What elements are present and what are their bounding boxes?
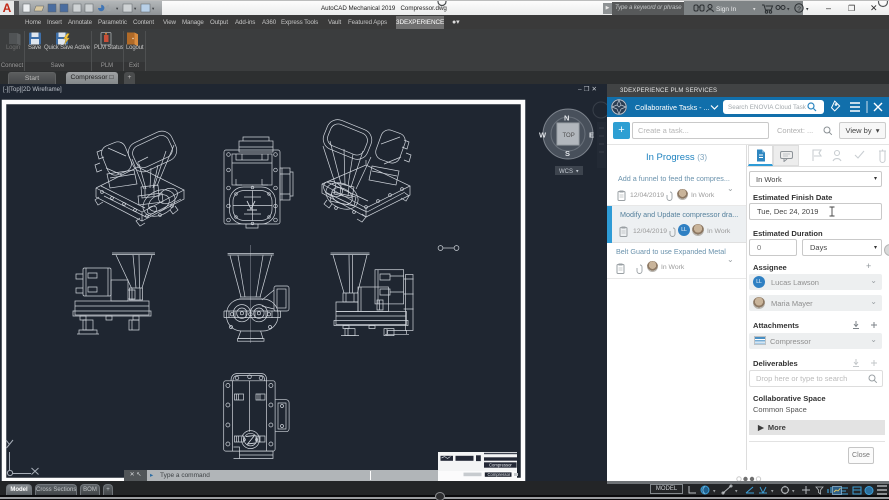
svg-text:▾: ▾ [771, 489, 774, 495]
svg-text:Compressor: Compressor [489, 463, 512, 468]
svg-text:▾: ▾ [753, 7, 756, 13]
svg-text:TOP: TOP [563, 133, 575, 139]
svg-text:Compressor: Compressor [488, 472, 511, 477]
svg-text:S: S [565, 149, 570, 158]
svg-text:▾: ▾ [134, 6, 137, 11]
svg-text:E: E [589, 131, 594, 140]
svg-text:Search ENOVIA Cloud Task: Search ENOVIA Cloud Task [728, 104, 807, 111]
svg-text:N: N [564, 114, 569, 123]
svg-text:▾: ▾ [735, 489, 738, 495]
svg-text:▾: ▾ [152, 6, 155, 11]
svg-text:▾: ▾ [787, 7, 790, 13]
svg-text:▾: ▾ [792, 489, 795, 495]
svg-text:▾: ▾ [713, 489, 716, 495]
svg-text:?: ? [797, 6, 801, 13]
svg-text:▾: ▾ [806, 7, 809, 13]
svg-text:Sign In: Sign In [716, 6, 737, 13]
svg-text:Collaborative Tasks - ...: Collaborative Tasks - ... [635, 103, 710, 112]
svg-text:W: W [539, 131, 547, 140]
svg-text:▾: ▾ [116, 6, 119, 11]
svg-text:WCS: WCS [559, 169, 573, 175]
